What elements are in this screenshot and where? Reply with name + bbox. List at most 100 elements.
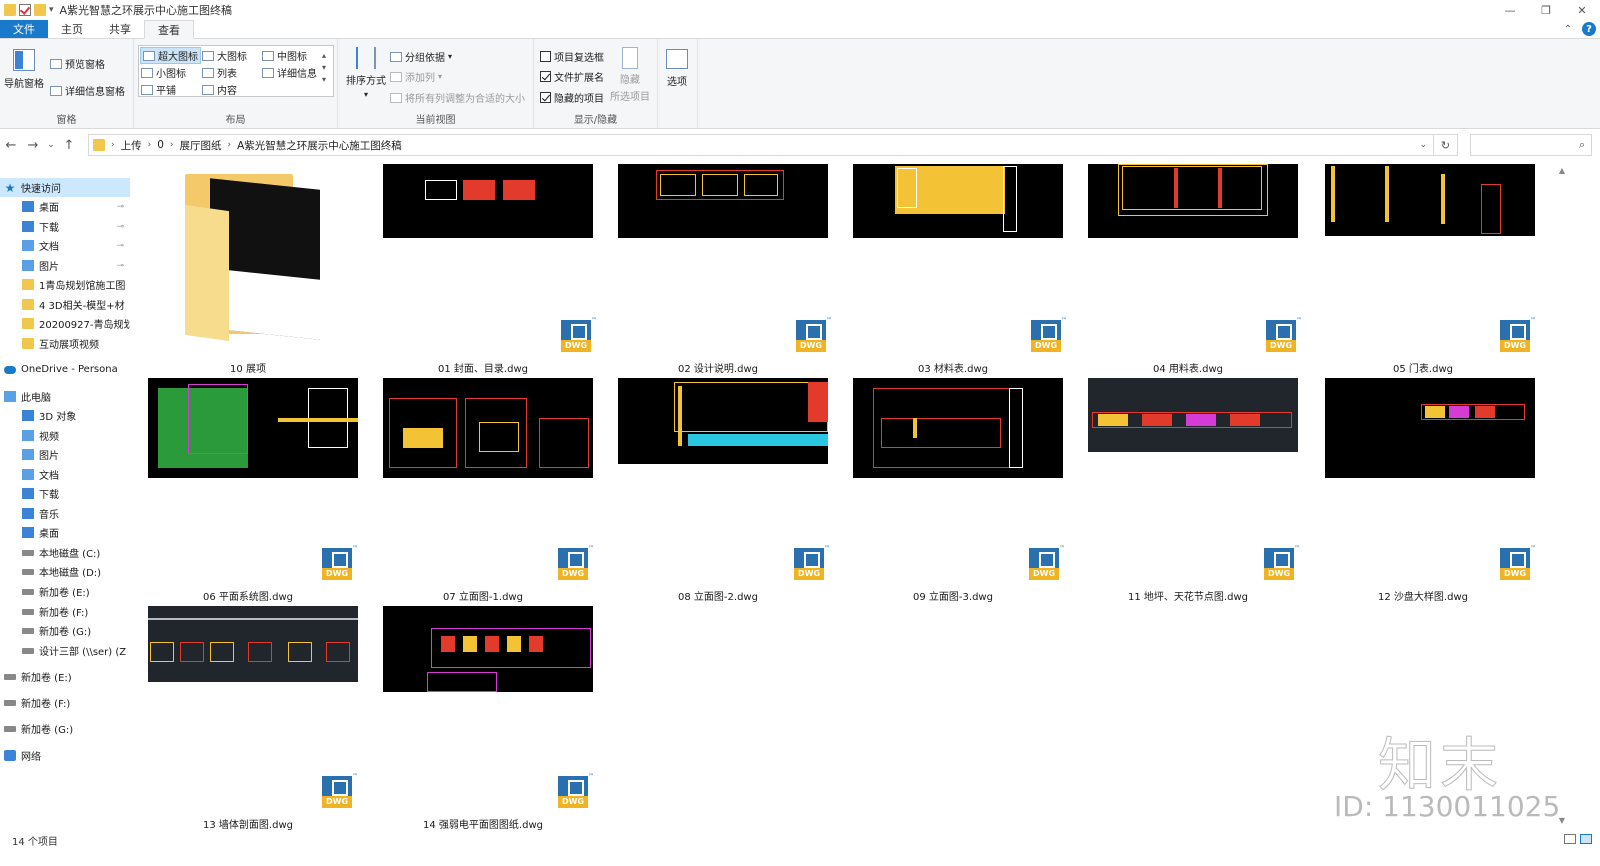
chevron-right-icon[interactable]: › <box>170 140 174 150</box>
sidebar-item[interactable]: OneDrive - Persona <box>0 360 130 379</box>
address-bar[interactable]: › 上传 › 0 › 展厅图纸 › A紫光智慧之环展示中心施工图终稿 ⌄ <box>88 134 1434 156</box>
minimize-button[interactable]: — <box>1492 0 1528 20</box>
sidebar-item[interactable]: 网络 <box>0 746 130 765</box>
maximize-button[interactable]: ❐ <box>1528 0 1564 20</box>
more-icon[interactable]: ▾ <box>322 75 326 84</box>
chevron-right-icon[interactable]: › <box>111 140 115 150</box>
sidebar-item[interactable]: ★ 快速访问 <box>0 178 130 197</box>
scroll-up-icon[interactable]: ▴ <box>322 51 326 60</box>
tab-share[interactable]: 共享 <box>96 20 144 38</box>
scroll-up-icon[interactable]: ▲ <box>1556 166 1568 175</box>
tab-home[interactable]: 主页 <box>48 20 96 38</box>
pin-icon[interactable]: ⊸ <box>116 241 124 251</box>
sidebar-item[interactable]: 新加卷 (F:) <box>0 693 130 712</box>
chevron-right-icon[interactable]: › <box>148 140 152 150</box>
layout-content[interactable]: 内容 <box>202 82 237 97</box>
sidebar-item[interactable]: 本地磁盘 (D:) <box>0 562 130 581</box>
sidebar-item[interactable]: 3D 对象 <box>0 406 130 425</box>
file-name-label[interactable]: 11 地坪、天花节点图.dwg <box>1070 588 1306 603</box>
sidebar-item[interactable]: 桌面 <box>0 523 130 542</box>
file-name-label[interactable]: 09 立面图-3.dwg <box>835 588 1071 603</box>
group-by-button[interactable]: 分组依据 ▾ <box>390 49 452 64</box>
hidden-items-toggle[interactable]: 隐藏的项目 <box>540 90 604 105</box>
back-icon[interactable]: ← <box>0 138 22 153</box>
sidebar-item[interactable]: 本地磁盘 (C:) <box>0 543 130 562</box>
sidebar-item[interactable]: 此电脑 <box>0 387 130 406</box>
properties-icon[interactable] <box>19 4 31 16</box>
recent-locations-icon[interactable]: ⌄ <box>44 140 58 150</box>
sidebar-item[interactable]: 文档 ⊸ <box>0 236 130 255</box>
sidebar-item[interactable]: 下载 <box>0 484 130 503</box>
pin-icon[interactable]: ⊸ <box>116 202 124 212</box>
sidebar-item[interactable]: 互动展项视频 <box>0 334 130 353</box>
file-name-label[interactable]: 13 墙体剖面图.dwg <box>130 816 366 831</box>
file-extensions-checkbox[interactable] <box>540 71 551 82</box>
file-name-label[interactable]: 04 用料表.dwg <box>1070 360 1306 375</box>
sidebar-item[interactable]: 1青岛规划馆施工图 <box>0 275 130 294</box>
chevron-right-icon[interactable]: › <box>228 140 232 150</box>
layout-large-icons[interactable]: 大图标 <box>202 48 247 63</box>
hide-selected-button[interactable]: 隐藏 所选项目 <box>610 47 650 103</box>
preview-pane-button[interactable]: 预览窗格 <box>50 56 105 71</box>
details-view-button[interactable] <box>1564 834 1576 844</box>
vertical-scrollbar[interactable]: ▲ ▼ <box>1556 160 1568 830</box>
new-folder-icon[interactable] <box>34 4 46 16</box>
sidebar-item[interactable]: 图片 ⊸ <box>0 256 130 275</box>
breadcrumb-item[interactable]: 展厅图纸 <box>180 138 222 153</box>
sidebar-item[interactable]: 设计三部 (\\ser) (Z <box>0 641 130 660</box>
file-name-label[interactable]: 05 门表.dwg <box>1305 360 1541 375</box>
pin-icon[interactable]: ⊸ <box>116 261 124 271</box>
sidebar-item[interactable]: 文档 <box>0 465 130 484</box>
folder-item[interactable] <box>130 160 366 380</box>
options-button[interactable]: 选项 <box>666 49 688 88</box>
fit-columns-button[interactable]: 将所有列调整为合适的大小 <box>390 90 525 105</box>
file-name-label[interactable]: 14 强弱电平面图图纸.dwg <box>365 816 601 831</box>
sidebar-item[interactable]: 音乐 <box>0 504 130 523</box>
scroll-down-icon[interactable]: ▾ <box>322 63 326 72</box>
file-name-label[interactable]: 02 设计说明.dwg <box>600 360 836 375</box>
sidebar-item[interactable]: 新加卷 (G:) <box>0 719 130 738</box>
file-name-label[interactable]: 07 立面图-1.dwg <box>365 588 601 603</box>
help-icon[interactable]: ? <box>1582 22 1596 36</box>
layout-medium-icons[interactable]: 中图标 <box>262 48 307 63</box>
customize-toolbar-icon[interactable]: ▾ <box>49 5 54 15</box>
layout-details[interactable]: 详细信息 <box>262 65 317 80</box>
chevron-down-icon[interactable]: ⌄ <box>1419 140 1427 150</box>
layout-small-icons[interactable]: 小图标 <box>141 65 186 80</box>
tab-file[interactable]: 文件 <box>0 20 48 38</box>
sidebar-item[interactable]: 桌面 ⊸ <box>0 197 130 216</box>
sidebar-item[interactable]: 新加卷 (E:) <box>0 667 130 686</box>
collapse-ribbon-icon[interactable]: ⌃ <box>1564 24 1572 35</box>
nav-pane-button[interactable]: 导航窗格 <box>4 49 44 90</box>
breadcrumb-item[interactable]: A紫光智慧之环展示中心施工图终稿 <box>237 138 402 153</box>
add-column-button[interactable]: 添加列 ▾ <box>390 69 442 84</box>
large-icons-view-button[interactable] <box>1580 834 1592 844</box>
pin-icon[interactable]: ⊸ <box>116 222 124 232</box>
search-box[interactable]: ⌕ <box>1470 134 1592 156</box>
sidebar-item[interactable]: 新加卷 (G:) <box>0 621 130 640</box>
layout-scroll[interactable]: ▴ ▾ ▾ <box>322 51 326 84</box>
tab-view[interactable]: 查看 <box>144 20 194 39</box>
sidebar-item[interactable]: 4 3D相关-模型+材 <box>0 295 130 314</box>
refresh-button[interactable]: ↻ <box>1434 134 1458 156</box>
layout-extra-large-icons[interactable]: 超大图标 <box>140 47 201 64</box>
file-name-label[interactable]: 06 平面系统图.dwg <box>130 588 366 603</box>
file-name-label[interactable]: 12 沙盘大样图.dwg <box>1305 588 1541 603</box>
layout-list[interactable]: 列表 <box>202 65 237 80</box>
close-button[interactable]: ✕ <box>1564 0 1600 20</box>
file-extensions-toggle[interactable]: 文件扩展名 <box>540 69 604 84</box>
layout-tiles[interactable]: 平铺 <box>141 82 176 97</box>
sidebar-item[interactable]: 视频 <box>0 426 130 445</box>
file-name-label[interactable]: 01 封面、目录.dwg <box>365 360 601 375</box>
up-icon[interactable]: ↑ <box>58 138 80 153</box>
item-checkboxes-checkbox[interactable] <box>540 51 551 62</box>
sidebar-item[interactable]: 下载 ⊸ <box>0 217 130 236</box>
details-pane-button[interactable]: 详细信息窗格 <box>50 83 125 98</box>
file-name-label[interactable]: 08 立面图-2.dwg <box>600 588 836 603</box>
item-checkboxes-toggle[interactable]: 项目复选框 <box>540 49 604 64</box>
sidebar-item[interactable]: 新加卷 (E:) <box>0 582 130 601</box>
sidebar-item[interactable]: 图片 <box>0 445 130 464</box>
breadcrumb-item[interactable]: 上传 <box>121 138 142 153</box>
breadcrumb-item[interactable]: 0 <box>157 139 164 151</box>
file-name-label[interactable]: 03 材料表.dwg <box>835 360 1071 375</box>
